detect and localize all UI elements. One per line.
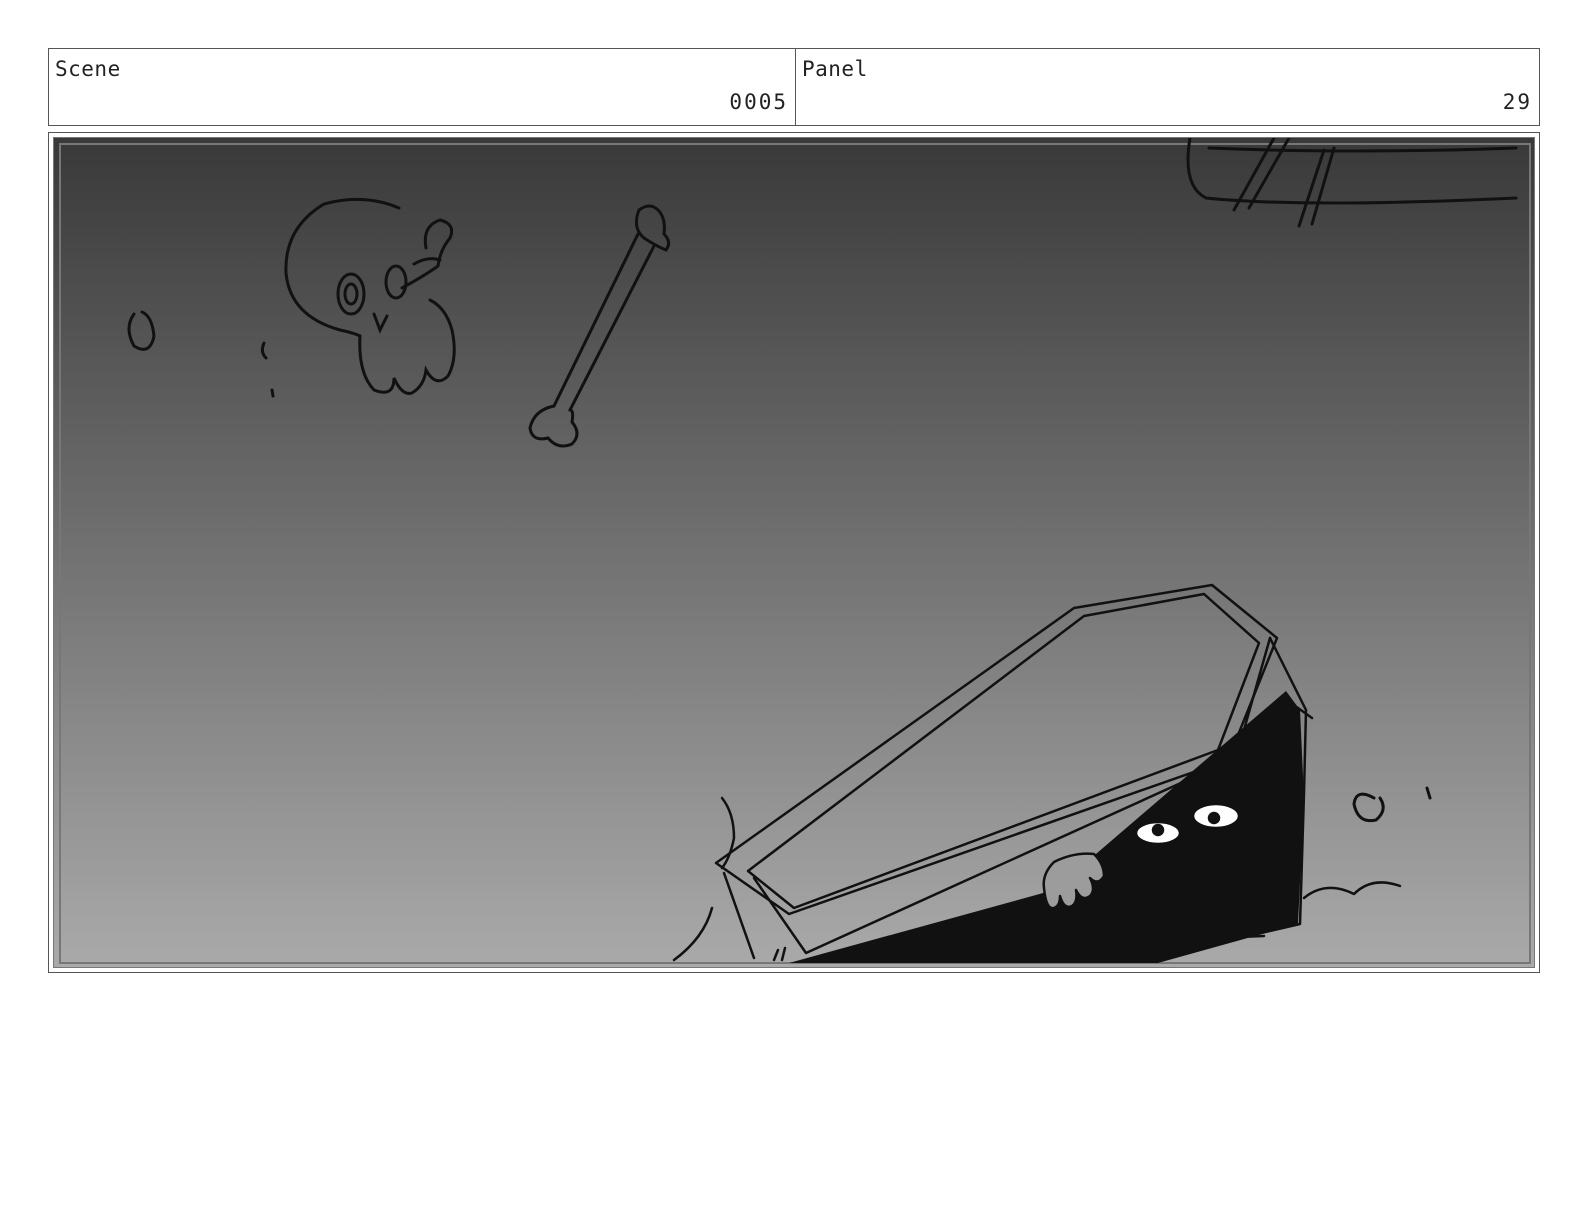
panel-label: Panel [802,57,868,81]
scene-cell: Scene 0005 [49,49,796,125]
sketch-drawing [54,138,1534,967]
scene-label: Scene [55,57,121,81]
panel-cell: Panel 29 [796,49,1539,125]
storyboard-header: Scene 0005 Panel 29 [48,48,1540,126]
storyboard-panel-frame [48,132,1540,973]
panel-number: 29 [1502,90,1532,114]
panel-artwork [53,137,1535,968]
scene-number: 0005 [729,90,788,114]
